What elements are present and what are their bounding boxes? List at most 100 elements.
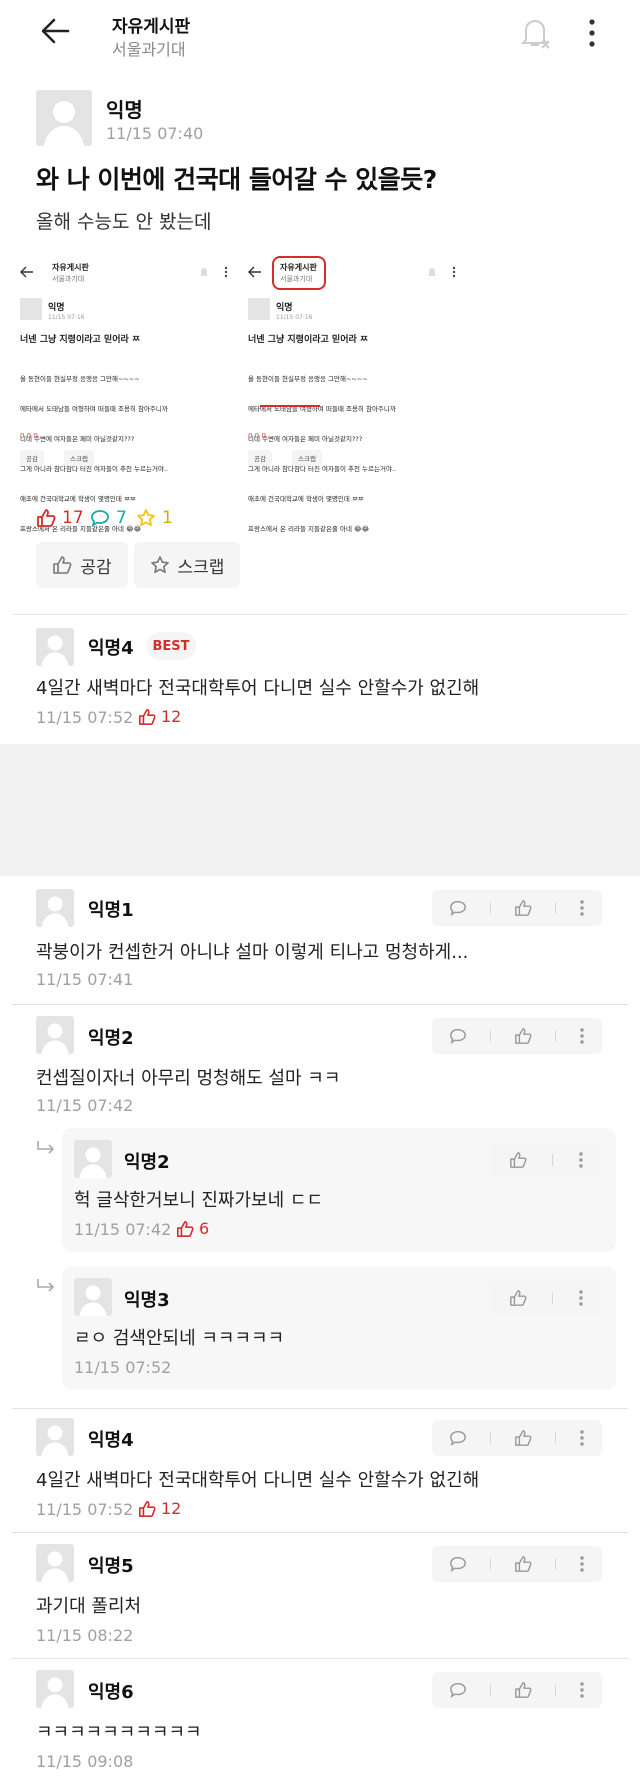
post-body: 올해 수능도 안 봤는데 [36, 211, 212, 233]
comment-time: 11/15 07:52 [36, 1500, 134, 1519]
more-vertical-icon[interactable] [579, 1027, 585, 1045]
thumbs-up-icon[interactable] [509, 1289, 527, 1307]
embedded-board-title: 자유게시판 [280, 263, 317, 272]
more-vertical-icon[interactable] [579, 1681, 585, 1699]
back-arrow-icon [20, 266, 33, 278]
thumbs-up-icon[interactable] [509, 1151, 527, 1169]
more-vertical-icon[interactable] [578, 1289, 584, 1307]
thumbs-up-icon[interactable] [514, 1681, 532, 1699]
attached-image-2[interactable]: 자유게시판 서울과기대 익명 11/15 07:16 너넨 그냥 지령이라고 믿… [246, 254, 466, 533]
school-name: 서울과기대 [112, 40, 186, 59]
scrap-count: 1 [136, 508, 173, 528]
comment-time: 11/15 08:22 [36, 1626, 134, 1645]
reply-icon[interactable] [449, 1555, 467, 1573]
comment-actions [432, 1018, 602, 1054]
embedded-body: 올 동현이들 현실부정 응앵응 그만해~~~~ 에타에서 도태남들 여형하며 떠… [248, 375, 397, 533]
best-comment-likes: 12 [138, 707, 181, 726]
board-title: 자유게시판 [112, 17, 191, 37]
comment-time: 11/15 09:08 [36, 1752, 134, 1771]
embedded-counts: 0 0 0 [20, 432, 38, 440]
comment-author: 익명4 [88, 1430, 134, 1451]
avatar [36, 628, 74, 666]
divider [12, 1408, 628, 1409]
reply-arrow-icon [37, 1279, 55, 1292]
comment-likes: 12 [138, 1499, 181, 1518]
bell-icon [200, 268, 208, 276]
thumbs-up-icon [37, 509, 56, 527]
embedded-author: 익명 [48, 303, 65, 313]
comment-author: 익명1 [88, 900, 134, 921]
comment-actions [432, 1420, 602, 1456]
avatar [74, 1278, 112, 1316]
embedded-heading: 너넨 그냥 지령이라고 믿어라 ㅉ [248, 335, 369, 345]
scrap-button[interactable]: 스크랩 [134, 542, 240, 588]
more-vertical-icon[interactable] [579, 1429, 585, 1447]
avatar [248, 298, 270, 320]
thumbs-up-icon[interactable] [514, 1027, 532, 1045]
more-vertical-icon[interactable] [579, 1555, 585, 1573]
notification-off-button[interactable] [518, 14, 552, 50]
best-comment-author: 익명4 [88, 638, 134, 659]
like-count: 17 [36, 508, 84, 528]
avatar [36, 90, 92, 146]
divider [12, 1658, 628, 1659]
divider [12, 1004, 628, 1005]
attached-image-1[interactable]: 자유게시판 서울과기대 익명 11/15 07:16 너넨 그냥 지령이라고 믿… [18, 254, 238, 533]
reply-author: 익명3 [124, 1290, 170, 1311]
section-gap [0, 744, 640, 876]
avatar [20, 298, 42, 320]
star-icon [137, 509, 155, 527]
back-button[interactable] [38, 14, 72, 48]
embedded-time: 11/15 07:16 [276, 314, 313, 321]
bell-off-icon [520, 20, 550, 49]
like-button[interactable]: 공감 [36, 542, 128, 588]
reply-icon[interactable] [449, 1681, 467, 1699]
comment-count: 7 [90, 508, 127, 528]
comment-text: 과기대 폴리처 [36, 1596, 142, 1617]
reply-icon[interactable] [449, 1027, 467, 1045]
more-vertical-icon [224, 266, 228, 278]
avatar [36, 1016, 74, 1054]
post-title: 와 나 이번에 건국대 들어갈 수 있을듯? [36, 165, 437, 194]
comment-actions [432, 1546, 602, 1582]
best-comment-time: 11/15 07:52 [36, 708, 134, 727]
more-vertical-icon[interactable] [579, 899, 585, 917]
reply-text: ㄹㅇ 검색안되네 ㅋㅋㅋㅋㅋ [74, 1328, 285, 1349]
thumbs-up-icon[interactable] [514, 1429, 532, 1447]
comment-bubble-icon [91, 510, 109, 527]
more-vertical-icon [589, 19, 595, 47]
avatar [36, 1418, 74, 1456]
thumbs-up-icon[interactable] [514, 1555, 532, 1573]
comment-text: 4일간 새벽마다 전국대학투어 다니면 실수 안할수가 없긴해 [36, 1470, 480, 1491]
reply-time: 11/15 07:52 [74, 1358, 172, 1377]
scrap-button-label: 스크랩 [177, 557, 225, 578]
reply-time: 11/15 07:42 [74, 1220, 172, 1239]
avatar [74, 1140, 112, 1178]
back-arrow-icon [248, 266, 261, 278]
reply-actions [490, 1280, 602, 1316]
embedded-heading: 너넨 그냥 지령이라고 믿어라 ㅉ [20, 335, 141, 345]
reply-arrow-icon [37, 1141, 55, 1154]
thumbs-up-icon[interactable] [514, 899, 532, 917]
reply-icon[interactable] [449, 1429, 467, 1447]
more-vertical-icon [452, 266, 456, 278]
more-vertical-icon[interactable] [578, 1151, 584, 1169]
comment-author: 익명5 [88, 1556, 134, 1577]
embedded-counts: 0 0 0 [248, 432, 266, 440]
more-menu-button[interactable] [586, 18, 598, 48]
comment-time: 11/15 07:42 [36, 1096, 134, 1115]
embedded-author: 익명 [276, 303, 293, 313]
divider [12, 1532, 628, 1533]
post-time: 11/15 07:40 [106, 124, 204, 143]
embedded-school-name: 서울과기대 [52, 275, 85, 283]
thumbs-up-icon [53, 556, 72, 574]
best-comment-text: 4일간 새벽마다 전국대학투어 다니면 실수 안할수가 없긴해 [36, 678, 480, 699]
star-icon [150, 556, 169, 573]
comment-text: ㅋㅋㅋㅋㅋㅋㅋㅋㅋㅋ [36, 1722, 202, 1743]
comment-text: 곽붕이가 컨셉한거 아니냐 설마 이렇게 티나고 멍청하게... [36, 942, 469, 963]
divider [12, 614, 628, 615]
reply-icon[interactable] [449, 899, 467, 917]
thumbs-up-icon [176, 1220, 194, 1237]
reply-text: 헉 글삭한거보니 진짜가보네 ㄷㄷ [74, 1190, 324, 1211]
comment-time: 11/15 07:41 [36, 970, 134, 989]
